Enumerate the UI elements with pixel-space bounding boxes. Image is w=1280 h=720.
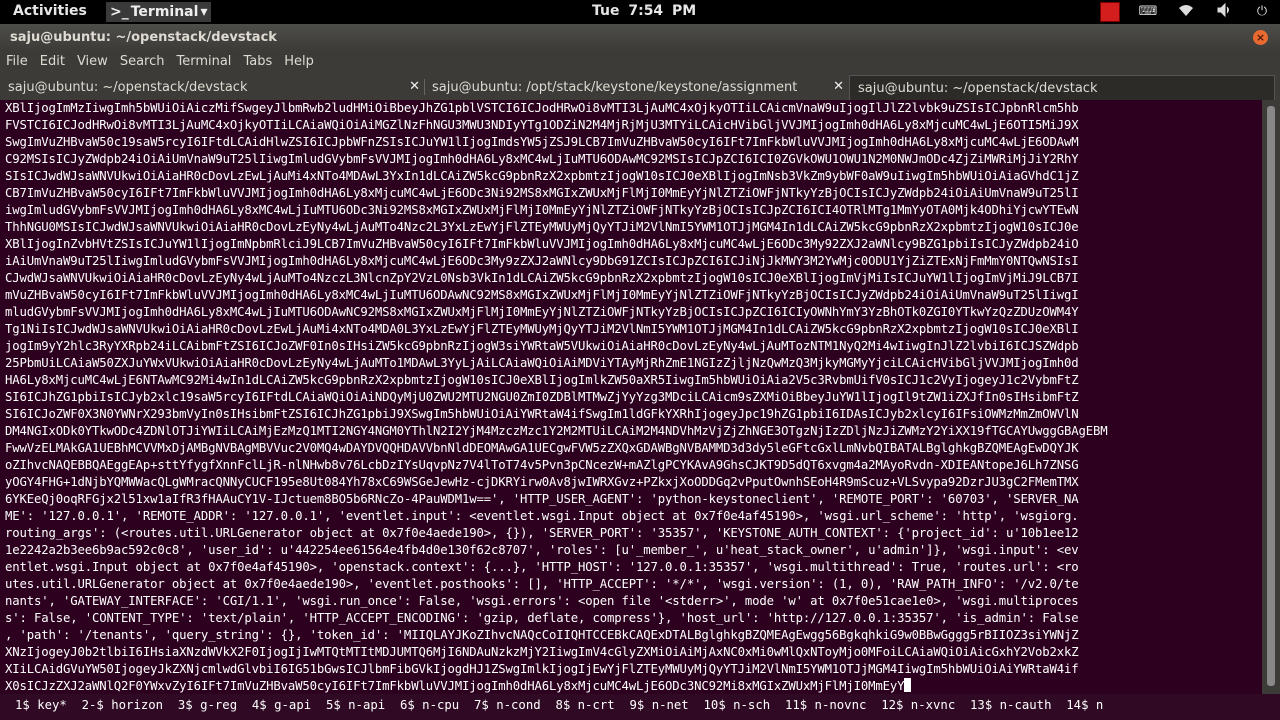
tab-close-icon[interactable]: ✕	[833, 79, 844, 94]
tab-devstack-active[interactable]: saju@ubuntu: ~/openstack/devstack	[849, 75, 1275, 100]
terminal-line: XIiLCAidGVuYW50IjogeyJkZXNjcmlwdGlvbiI6I…	[5, 662, 1079, 676]
terminal-line: X0sICJzZXJ2aWNlQ2F0YWxvZyI6IFt7ImVuZHBva…	[5, 679, 905, 693]
terminal-line: CB7ImVuZHBvaW50cyI6IFt7ImFkbWluVVJMIjogI…	[5, 186, 1079, 200]
top-panel: Activities >_ Terminal ▾ Tue 7:54 PM ⌨ ⏻	[0, 0, 1280, 24]
terminal-line: ThhNGU0MSIsICJwdWJsaWNVUkwiOiAiaHR0cDovL…	[5, 220, 1079, 234]
power-icon[interactable]: ⏻	[1252, 3, 1272, 21]
window-list[interactable]: 1$ key* 2-$ horizon 3$ g-reg 4$ g-api 5$…	[15, 698, 1103, 712]
terminal-line: FwwVzELMAkGA1UEBhMCVVMxDjAMBgNVBAgMBVVuc…	[5, 441, 1079, 455]
tab-label: saju@ubuntu: ~/openstack/devstack	[858, 81, 1098, 96]
terminal-line: DM4NGIxODk0YTkwODc4ZDNlOTJiYWIiLCAiMjEzM…	[5, 424, 1108, 438]
menu-help[interactable]: Help	[278, 51, 320, 73]
keyboard-icon[interactable]: ⌨	[1138, 3, 1158, 21]
terminal-line: , 'path': '/tenants', 'query_string': {}…	[5, 628, 1079, 642]
menu-tabs[interactable]: Tabs	[237, 51, 278, 73]
record-indicator-icon[interactable]	[1100, 2, 1120, 22]
terminal-line: routing_args': (<routes.util.URLGenerato…	[5, 526, 1079, 540]
tab-close-icon[interactable]: ✕	[409, 79, 420, 94]
byobu-status-bar: 1$ key* 2-$ horizon 3$ g-reg 4$ g-api 5$…	[0, 694, 1280, 720]
terminal-line: iwgImludGVybmFsVVJMIjogImh0dHA6Ly8xMC4wL…	[5, 203, 1079, 217]
terminal-line: jogIm9yY2hlc3RyYXRpb24iLCAibmFtZSI6ICJoZ…	[5, 339, 1079, 353]
tab-label: saju@ubuntu: /opt/stack/keystone/keyston…	[432, 80, 798, 95]
volume-icon[interactable]	[1214, 2, 1234, 21]
terminal-line: SIsICJwdWJsaWNVUkwiOiAiaHR0cDovLzEwLjAuM…	[5, 169, 1079, 183]
terminal-line: 25PbmUiLCAiaW50ZXJuYWxVUkwiOiAiaHR0cDovL…	[5, 356, 1079, 370]
terminal-line: nants', 'GATEWAY_INTERFACE': 'CGI/1.1', …	[5, 594, 1079, 608]
wifi-icon[interactable]	[1176, 3, 1196, 21]
terminal-line: CJwdWJsaWNVUkwiOiAiaHR0cDovLzEyNy4wLjAuM…	[5, 271, 1079, 285]
terminal-line: FVSTCI6ICJodHRwOi8vMTI3LjAuMC4xOjkyOTIiL…	[5, 118, 1079, 132]
system-tray: ⌨ ⏻	[1100, 2, 1272, 22]
terminal-line: SI6ICJoZWF0X3N0YWNrX293bmVyIn0sIHsibmFtZ…	[5, 407, 1079, 421]
terminal-line: mVuZHBvaW50cyI6IFt7ImFkbWluVVJMIjogImh0d…	[5, 288, 1079, 302]
clock[interactable]: Tue 7:54 PM	[592, 3, 696, 19]
terminal-line: entlet.wsgi.Input object at 0x7f0e4af451…	[5, 560, 1079, 574]
terminal-line: C92MSIsICJyZWdpb24iOiAiUmVnaW9uT25lIiwgI…	[5, 152, 1079, 166]
terminal-line: mludGVybmFsVVJMIjogImh0dHA6Ly8xMC4wLjIuM…	[5, 305, 1079, 319]
terminal-text: XBlIjogImMzIiwgImh5bWUiOiAiczMifSwgeyJlb…	[5, 100, 1262, 695]
terminal-line: 6YKEeQj0oqRFGjx2l51xw1aIfR3fHAAuCY1V-IJc…	[5, 492, 1079, 506]
window-title: saju@ubuntu: ~/openstack/devstack	[10, 30, 277, 45]
terminal-line: XBlIjogInZvbHVtZSIsICJuYW1lIjogImNpbmRlc…	[5, 237, 1079, 251]
terminal-line: HA6Ly8xMjcuMC4wLjE6NTAwMC92Mi4wIn1dLCAiZ…	[5, 373, 1079, 387]
terminal-output[interactable]: XBlIjogImMzIiwgImh5bWUiOiAiczMifSwgeyJlb…	[0, 100, 1262, 694]
menu-view[interactable]: View	[71, 51, 114, 73]
terminal-line: Tg1NiIsICJwdWJsaWNVUkwiOiAiaHR0cDovLzEwL…	[5, 322, 1079, 336]
app-menu-label: Terminal	[130, 4, 199, 20]
terminal-line: XNzIjogeyJ0b2tlbiI6IHsiaXNzdWVkX2F0IjogI…	[5, 645, 1079, 659]
terminal-line: oZIhvcNAQEBBQAEggEAp+sttYfygfXnnFclLjR-n…	[5, 458, 1079, 472]
chevron-down-icon: ▾	[200, 4, 208, 20]
terminal-line: yOGY4FHG+1dNjbYQMWWacQLgWMracQNNyCUCF195…	[5, 475, 1079, 489]
terminal-line: 1e2242a2b3ee6b9ac592c0c8', 'user_id': u'…	[5, 543, 1079, 557]
activities-button[interactable]: Activities	[13, 3, 87, 19]
menu-file[interactable]: File	[0, 51, 34, 73]
terminal-line: s': False, 'CONTENT_TYPE': 'text/plain',…	[5, 611, 1079, 625]
scrollbar-thumb[interactable]	[1267, 106, 1275, 686]
app-menu-terminal[interactable]: >_ Terminal ▾	[106, 2, 212, 22]
terminal-line: iAiUmVnaW9uT25lIiwgImludGVybmFsVVJMIjogI…	[5, 254, 1079, 268]
terminal-line: XBlIjogImMzIiwgImh5bWUiOiAiczMifSwgeyJlb…	[5, 101, 1079, 115]
menu-search[interactable]: Search	[114, 51, 171, 73]
menu-terminal[interactable]: Terminal	[170, 51, 237, 73]
terminal-line: SI6ICJhZG1pbiIsICJyb2xlc19saW5rcyI6IFtdL…	[5, 390, 1079, 404]
terminal-line: utes.util.URLGenerator object at 0x7f0e4…	[5, 577, 1079, 591]
menubar: File Edit View Search Terminal Tabs Help	[0, 51, 1280, 73]
tab-keystone-assignment[interactable]: saju@ubuntu: /opt/stack/keystone/keyston…	[424, 75, 848, 99]
terminal-line: ME': '127.0.0.1', 'REMOTE_ADDR': '127.0.…	[5, 509, 1079, 523]
terminal-scrollbar[interactable]	[1262, 100, 1280, 694]
tab-devstack-1[interactable]: saju@ubuntu: ~/openstack/devstack ✕	[0, 75, 424, 99]
menu-edit[interactable]: Edit	[34, 51, 71, 73]
tab-label: saju@ubuntu: ~/openstack/devstack	[8, 80, 248, 95]
tab-bar: saju@ubuntu: ~/openstack/devstack ✕ saju…	[0, 73, 1280, 100]
terminal-cursor	[904, 678, 912, 692]
window-titlebar[interactable]: saju@ubuntu: ~/openstack/devstack ×	[0, 24, 1280, 51]
window-close-button[interactable]: ×	[1253, 30, 1268, 45]
terminal-icon: >_	[110, 4, 129, 20]
terminal-line: SwgImVuZHBvaW50c19saW5rcyI6IFtdLCAidHlwZ…	[5, 135, 1079, 149]
